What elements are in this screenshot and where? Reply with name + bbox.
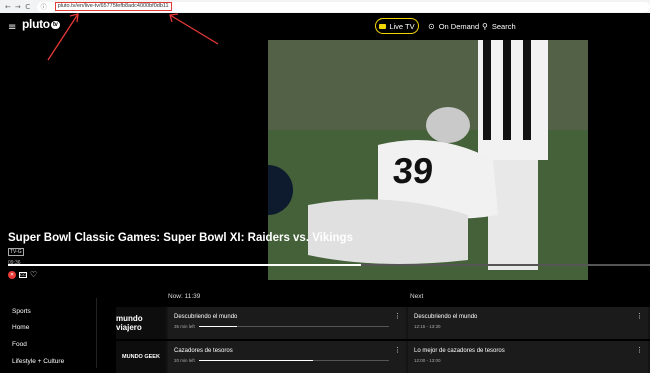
logo-badge: tv [50,20,60,29]
time-left: 20 min left [174,358,195,363]
program-progress [198,360,389,361]
video-progress-bar[interactable] [8,264,650,266]
guide-row: MUNDO GEEK Cazadores de tesoros 20 min l… [116,341,650,373]
on-demand-button[interactable]: ⊙ On Demand [428,22,479,31]
next-header: Next [410,293,424,300]
next-program[interactable]: Descubriendo el mundo 12:15 - 13:30 ⋮ [408,307,648,339]
next-program-title: Lo mejor de cazadores de tesoros [414,348,505,354]
video-player[interactable]: 39 [268,40,588,280]
progress-fill [8,264,362,266]
now-header: Now: 11:39 [168,293,201,300]
now-program[interactable]: Cazadores de tesoros 20 min left ⋮ [168,341,406,373]
next-program-time: 12:00 - 13:00 [414,358,441,363]
guide-row: mundo viajero Descubriendo el mundo 35 m… [116,307,650,339]
program-progress [198,326,389,327]
logo-text: pluto [22,17,50,31]
now-program-title: Descubriendo el mundo [174,314,238,320]
more-options-icon[interactable]: ⋮ [636,346,643,354]
next-program-title: Descubriendo el mundo [414,314,478,320]
more-options-icon[interactable]: ⋮ [394,312,401,320]
on-demand-icon: ⊙ [428,22,435,31]
player-controls: ✕ CC ♡ [8,270,37,279]
channel-logo-mundo-geek[interactable]: MUNDO GEEK [116,341,166,373]
sidebar-item-home[interactable]: Home [12,324,29,331]
now-program-title: Cazadores de tesoros [174,348,233,354]
sidebar-item-food[interactable]: Food [12,341,27,348]
sidebar-item-sports[interactable]: Sports [12,308,31,315]
live-tv-button[interactable]: Live TV [375,18,419,34]
sidebar-divider [96,298,97,368]
category-sidebar: Sports Home Food Lifestyle + Culture [0,298,96,368]
sidebar-item-lifestyle-culture[interactable]: Lifestyle + Culture [12,358,64,365]
search-icon: ⚲ [482,22,488,31]
now-program[interactable]: Descubriendo el mundo 35 min left ⋮ [168,307,406,339]
search-label: Search [491,22,516,31]
mute-icon[interactable]: ✕ [8,270,16,279]
favorite-heart-icon[interactable]: ♡ [30,270,37,279]
more-options-icon[interactable]: ⋮ [636,312,643,320]
rating-badge: TV-G [8,248,24,256]
search-button[interactable]: ⚲ Search [482,22,516,31]
on-demand-label: On Demand [438,22,480,31]
captions-icon[interactable]: CC [19,271,27,278]
tv-icon [379,23,387,29]
live-tv-label: Live TV [389,21,415,31]
next-program[interactable]: Lo mejor de cazadores de tesoros 12:00 -… [408,341,648,373]
channel-logo-mundo-viajero[interactable]: mundo viajero [116,307,166,339]
jersey-number: 39 [391,150,435,191]
program-title: Super Bowl Classic Games: Super Bowl XI:… [8,232,353,244]
time-left: 35 min left [174,324,195,329]
more-options-icon[interactable]: ⋮ [394,346,401,354]
hamburger-menu-icon[interactable]: ≡ [8,22,16,33]
channel-guide: Now: 11:39 Next mundo viajero Descubrien… [116,290,650,373]
next-program-time: 12:15 - 13:30 [414,324,441,329]
pluto-logo[interactable]: pluto tv [22,17,60,31]
